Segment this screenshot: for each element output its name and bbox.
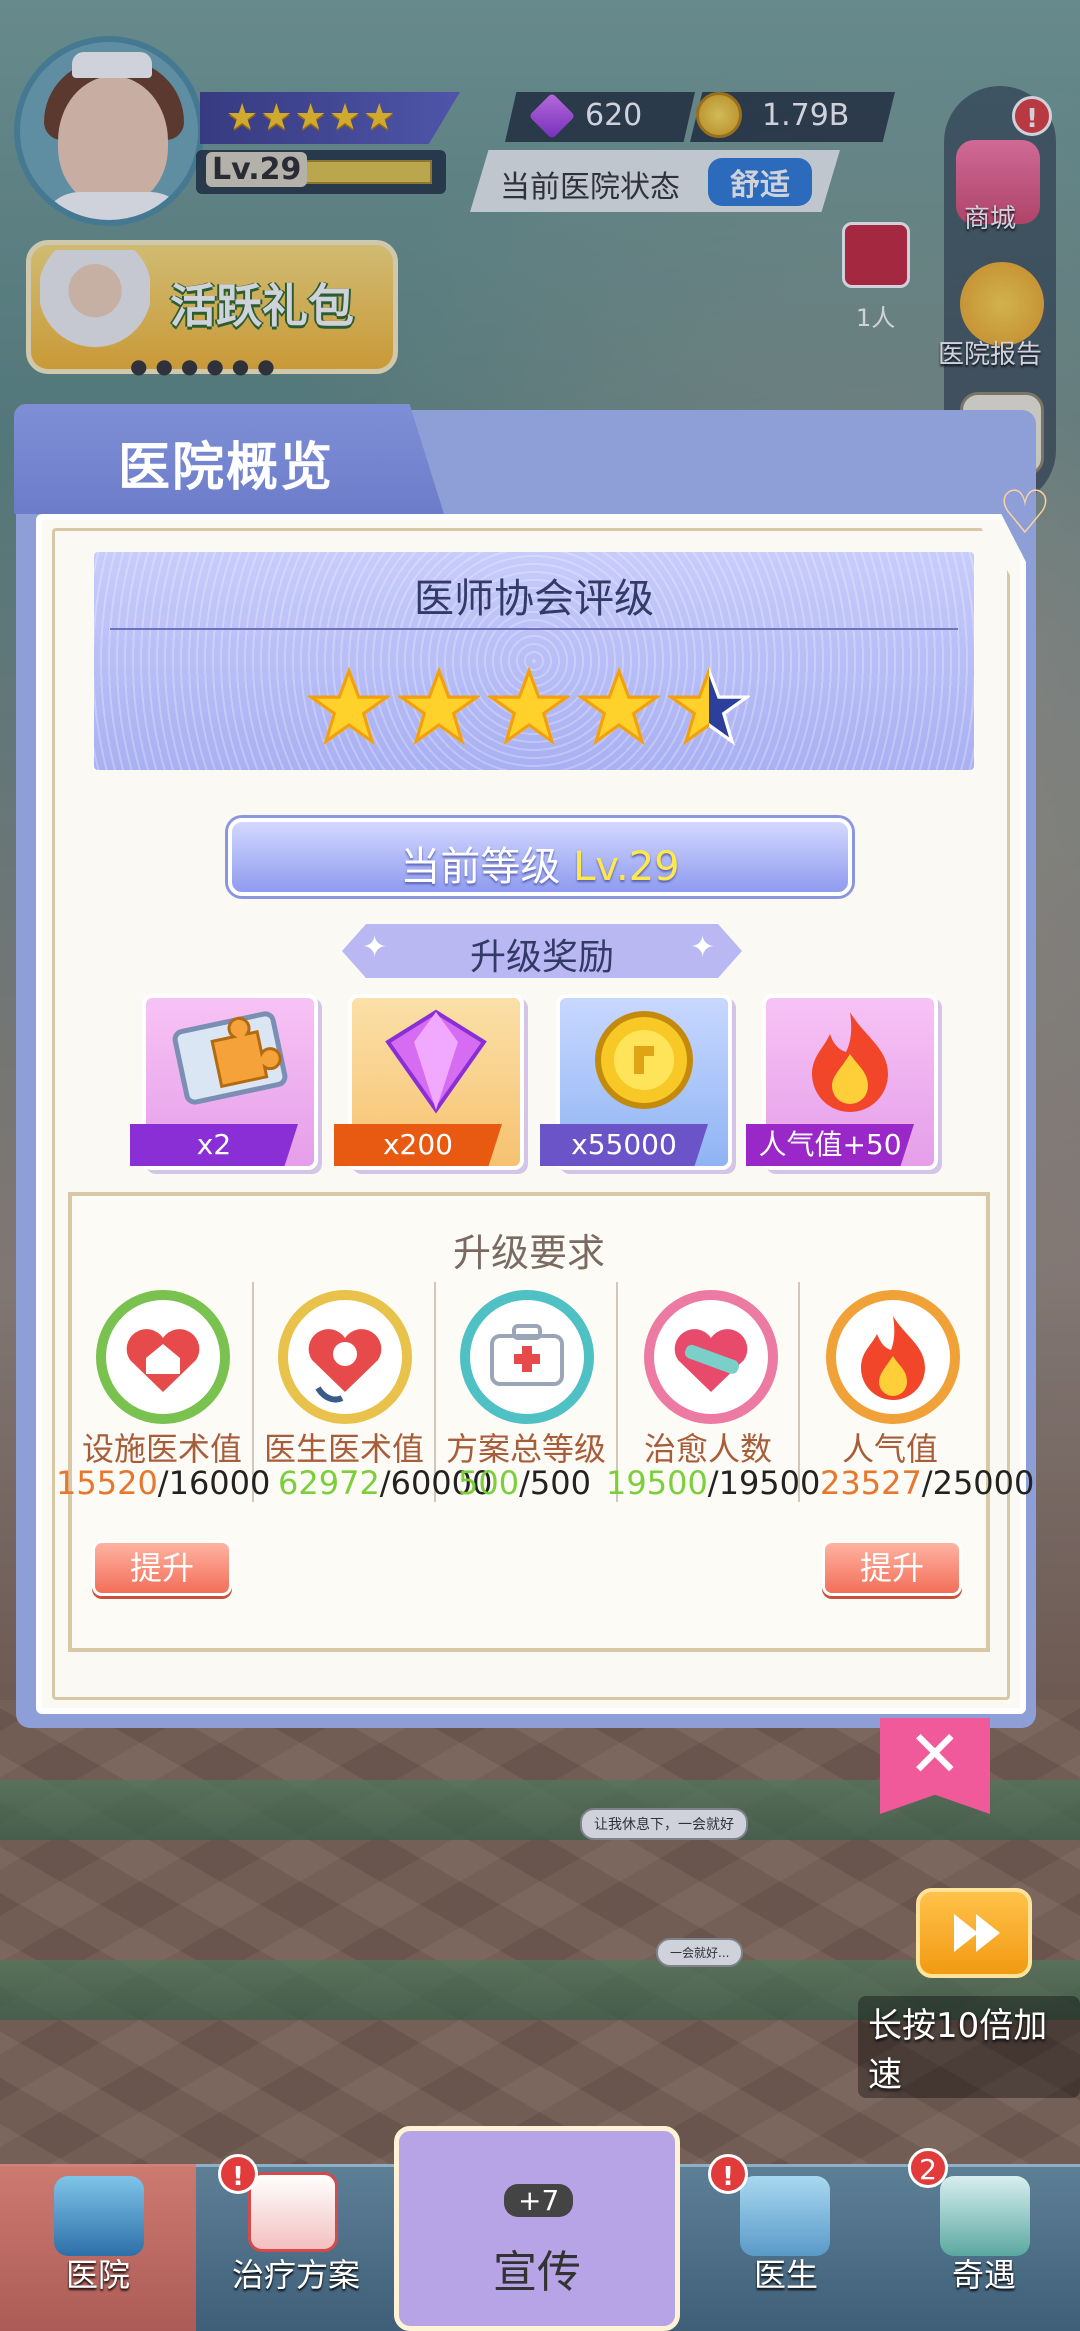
cured-count-value: 19500/19500 bbox=[606, 1464, 821, 1502]
puzzle-piece-icon bbox=[172, 1011, 288, 1105]
plan-level-value: 500/500 bbox=[458, 1464, 591, 1502]
association-rating-title: 医师协会评级 bbox=[414, 576, 654, 622]
upgrade-requirements-title: 升级要求 bbox=[452, 1231, 605, 1275]
divider bbox=[110, 628, 958, 630]
current-level-label: 当前等级 Lv.29 bbox=[228, 834, 852, 892]
bandaged-heart-icon bbox=[644, 1290, 778, 1424]
nav-hospital-label[interactable]: 医院 bbox=[18, 2250, 178, 2296]
doctor-heart-icon bbox=[278, 1290, 412, 1424]
close-icon[interactable]: ✕ bbox=[908, 1718, 962, 1792]
house-heart-icon bbox=[96, 1290, 230, 1424]
hospital-icon bbox=[54, 2176, 144, 2256]
star-icon bbox=[308, 666, 390, 746]
nav-promotion[interactable] bbox=[394, 2126, 680, 2331]
coin-icon bbox=[595, 1011, 693, 1109]
current-level-prefix: 当前等级 bbox=[400, 844, 561, 890]
doctor-icon[interactable] bbox=[740, 2176, 830, 2256]
reward-title: 升级奖励 bbox=[469, 937, 614, 978]
medkit-icon bbox=[460, 1290, 594, 1424]
fast-forward-icon[interactable] bbox=[916, 1888, 1032, 1978]
adventure-icon[interactable] bbox=[940, 2176, 1030, 2256]
nav-treatment-label[interactable]: 治疗方案 bbox=[216, 2250, 376, 2296]
nav-treatment-alert: ! bbox=[218, 2154, 258, 2194]
speed-up-label[interactable]: 长按10倍加速 bbox=[858, 1996, 1080, 2098]
fire-icon bbox=[812, 1012, 888, 1112]
star-icon bbox=[398, 666, 480, 746]
current-level-value: Lv.29 bbox=[573, 844, 680, 890]
nav-adventure-label[interactable]: 奇遇 bbox=[904, 2250, 1064, 2296]
fire-icon bbox=[826, 1290, 960, 1424]
star-icon bbox=[668, 666, 750, 746]
nav-doctor-alert: ! bbox=[708, 2154, 748, 2194]
facility-skill-value: 15520/16000 bbox=[56, 1464, 271, 1502]
popularity-value: 23527/25000 bbox=[820, 1464, 1035, 1502]
reward-popularity-amount: 人气值+50 bbox=[746, 1124, 914, 1166]
gem-icon bbox=[385, 1009, 487, 1114]
nav-doctor-label[interactable]: 医生 bbox=[706, 2250, 866, 2296]
upgrade-facility-button[interactable]: 提升 bbox=[92, 1540, 232, 1596]
reward-coin-amount: x55000 bbox=[540, 1124, 708, 1166]
nav-adventure-badge: 2 bbox=[908, 2148, 948, 2188]
dialog-title: 医院概览 bbox=[118, 438, 335, 498]
star-icon bbox=[488, 666, 570, 746]
upgrade-popularity-button[interactable]: 提升 bbox=[822, 1540, 962, 1596]
reward-gem-amount: x200 bbox=[334, 1124, 502, 1166]
star-icon bbox=[578, 666, 660, 746]
sparkle-icon: ✦ bbox=[690, 930, 716, 965]
promotion-bonus: +7 bbox=[504, 2184, 574, 2217]
reward-puzzle-amount: x2 bbox=[130, 1124, 298, 1166]
medical-kit-icon[interactable] bbox=[248, 2172, 338, 2252]
nav-promotion-label[interactable]: 宣传 bbox=[394, 2236, 680, 2300]
